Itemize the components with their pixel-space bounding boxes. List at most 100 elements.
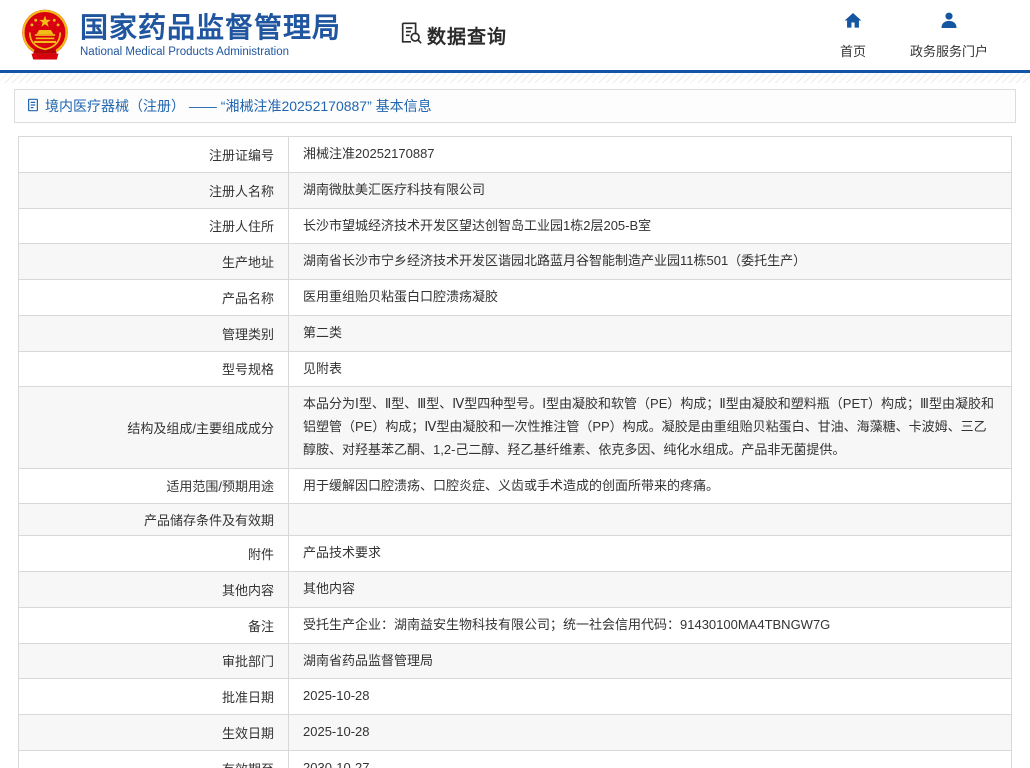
page-title: 境内医疗器械（注册） —— “湘械注准20252170887” 基本信息	[45, 96, 432, 116]
row-label: 审批部门	[19, 643, 289, 679]
table-row: 适用范围/预期用途 用于缓解因口腔溃疡、口腔炎症、义齿或手术造成的创面所带来的疼痛…	[19, 468, 1012, 504]
site-title-cn: 国家药品监督管理局	[80, 12, 341, 44]
row-value-text: 其他内容	[303, 581, 355, 596]
site-title-block: 国家药品监督管理局 National Medical Products Admi…	[80, 12, 341, 58]
row-label: 产品储存条件及有效期	[19, 504, 289, 536]
row-label: 生效日期	[19, 715, 289, 751]
row-label-text: 产品储存条件及有效期	[144, 513, 274, 528]
row-label-text: 有效期至	[222, 762, 274, 768]
row-value: 湖南省药品监督管理局	[289, 643, 1012, 679]
table-row: 备注 受托生产企业：湖南益安生物科技有限公司；统一社会信用代码：91430100M…	[19, 607, 1012, 643]
table-row: 生效日期 2025-10-28	[19, 715, 1012, 751]
table-row: 结构及组成/主要组成成分 本品分为Ⅰ型、Ⅱ型、Ⅲ型、Ⅳ型四种型号。Ⅰ型由凝胶和软管…	[19, 387, 1012, 468]
row-value: 医用重组贻贝粘蛋白口腔溃疡凝胶	[289, 280, 1012, 316]
row-label: 注册证编号	[19, 137, 289, 173]
row-label-text: 结构及组成/主要组成成分	[127, 421, 274, 436]
row-label-text: 管理类别	[222, 327, 274, 342]
row-value-text: 见附表	[303, 361, 342, 376]
row-label: 其他内容	[19, 572, 289, 608]
info-table-body: 注册证编号湘械注准20252170887注册人名称湖南微肽美汇医疗科技有限公司注…	[19, 137, 1012, 768]
table-row: 其他内容 其他内容	[19, 572, 1012, 608]
table-row: 注册人住所长沙市望城经济技术开发区望达创智岛工业园1栋2层205-B室	[19, 208, 1012, 244]
row-value-text: 本品分为Ⅰ型、Ⅱ型、Ⅲ型、Ⅳ型四种型号。Ⅰ型由凝胶和软管（PE）构成；Ⅱ型由凝胶…	[303, 396, 994, 457]
row-value: 见附表	[289, 351, 1012, 387]
row-value: 用于缓解因口腔溃疡、口腔炎症、义齿或手术造成的创面所带来的疼痛。	[289, 468, 1012, 504]
row-label: 型号规格	[19, 351, 289, 387]
info-table: 注册证编号湘械注准20252170887注册人名称湖南微肽美汇医疗科技有限公司注…	[18, 136, 1012, 768]
row-value	[289, 504, 1012, 536]
row-value-text: 湖南省药品监督管理局	[303, 653, 433, 668]
row-value-text: 受托生产企业：湖南益安生物科技有限公司；统一社会信用代码：91430100MA4…	[303, 617, 830, 632]
row-value-text: 医用重组贻贝粘蛋白口腔溃疡凝胶	[303, 289, 498, 304]
row-label: 产品名称	[19, 280, 289, 316]
row-label-text: 其他内容	[222, 583, 274, 598]
row-label: 批准日期	[19, 679, 289, 715]
row-value: 受托生产企业：湖南益安生物科技有限公司；统一社会信用代码：91430100MA4…	[289, 607, 1012, 643]
header-left: 国家药品监督管理局 National Medical Products Admi…	[18, 7, 507, 63]
table-row: 附件产品技术要求	[19, 536, 1012, 572]
row-value-text: 湖南省长沙市宁乡经济技术开发区谐园北路蓝月谷智能制造产业园11栋501（委托生产…	[303, 253, 806, 268]
row-label: 适用范围/预期用途	[19, 468, 289, 504]
row-value: 第二类	[289, 315, 1012, 351]
row-label-text: 注册人住所	[209, 219, 274, 234]
row-value: 湖南微肽美汇医疗科技有限公司	[289, 172, 1012, 208]
row-value: 产品技术要求	[289, 536, 1012, 572]
row-label-text: 型号规格	[222, 362, 274, 377]
nav-service-portal-label: 政务服务门户	[910, 41, 988, 60]
row-value: 2025-10-28	[289, 715, 1012, 751]
page: 国家药品监督管理局 National Medical Products Admi…	[0, 0, 1030, 768]
home-icon	[843, 11, 863, 35]
nav-service-portal[interactable]: 政务服务门户	[910, 11, 988, 60]
row-label: 备注	[19, 607, 289, 643]
site-header: 国家药品监督管理局 National Medical Products Admi…	[0, 0, 1030, 70]
row-value: 湖南省长沙市宁乡经济技术开发区谐园北路蓝月谷智能制造产业园11栋501（委托生产…	[289, 244, 1012, 280]
nav-home-label: 首页	[840, 41, 866, 60]
table-row: 产品储存条件及有效期	[19, 504, 1012, 536]
nav-home[interactable]: 首页	[840, 11, 866, 60]
row-label: 生产地址	[19, 244, 289, 280]
table-row: 审批部门 湖南省药品监督管理局	[19, 643, 1012, 679]
row-label-text: 生产地址	[222, 255, 274, 270]
row-value: 湘械注准20252170887	[289, 137, 1012, 173]
row-label: 管理类别	[19, 315, 289, 351]
row-value: 长沙市望城经济技术开发区望达创智岛工业园1栋2层205-B室	[289, 208, 1012, 244]
row-label: 有效期至	[19, 750, 289, 768]
row-value: 2030-10-27	[289, 750, 1012, 768]
row-value: 本品分为Ⅰ型、Ⅱ型、Ⅲ型、Ⅳ型四种型号。Ⅰ型由凝胶和软管（PE）构成；Ⅱ型由凝胶…	[289, 387, 1012, 468]
national-emblem-logo	[18, 7, 72, 63]
row-value-text: 湖南微肽美汇医疗科技有限公司	[303, 182, 485, 197]
table-row: 产品名称 医用重组贻贝粘蛋白口腔溃疡凝胶	[19, 280, 1012, 316]
row-label-text: 批准日期	[222, 690, 274, 705]
row-label: 附件	[19, 536, 289, 572]
row-label-text: 备注	[248, 619, 274, 634]
row-label: 结构及组成/主要组成成分	[19, 387, 289, 468]
row-value-text: 2025-10-28	[303, 724, 370, 739]
user-icon	[939, 11, 959, 35]
table-row: 注册证编号 湘械注准20252170887	[19, 137, 1012, 173]
table-row: 批准日期 2025-10-28	[19, 679, 1012, 715]
header-nav: 首页 政务服务门户	[840, 11, 988, 60]
row-value: 2025-10-28	[289, 679, 1012, 715]
row-label-text: 适用范围/预期用途	[166, 479, 274, 494]
row-label: 注册人住所	[19, 208, 289, 244]
table-row: 注册人名称 湖南微肽美汇医疗科技有限公司	[19, 172, 1012, 208]
row-label-text: 注册证编号	[209, 148, 274, 163]
table-row: 管理类别 第二类	[19, 315, 1012, 351]
table-row: 生产地址 湖南省长沙市宁乡经济技术开发区谐园北路蓝月谷智能制造产业园11栋501（…	[19, 244, 1012, 280]
row-value-text: 2025-10-28	[303, 688, 370, 703]
row-value-text: 湘械注准20252170887	[303, 146, 435, 161]
row-label-text: 产品名称	[222, 291, 274, 306]
row-label: 注册人名称	[19, 172, 289, 208]
row-value-text: 第二类	[303, 325, 342, 340]
row-label-text: 注册人名称	[209, 184, 274, 199]
row-label-text: 生效日期	[222, 726, 274, 741]
decorative-stripe-band	[0, 73, 1030, 83]
data-query-label: 数据查询	[427, 22, 507, 49]
row-label-text: 附件	[248, 547, 274, 562]
row-value-text: 用于缓解因口腔溃疡、口腔炎症、义齿或手术造成的创面所带来的疼痛。	[303, 478, 719, 493]
data-query-icon	[399, 21, 423, 50]
row-label-text: 审批部门	[222, 654, 274, 669]
table-row: 型号规格 见附表	[19, 351, 1012, 387]
data-query-tab[interactable]: 数据查询	[399, 21, 507, 50]
breadcrumb: 境内医疗器械（注册） —— “湘械注准20252170887” 基本信息	[14, 89, 1016, 123]
